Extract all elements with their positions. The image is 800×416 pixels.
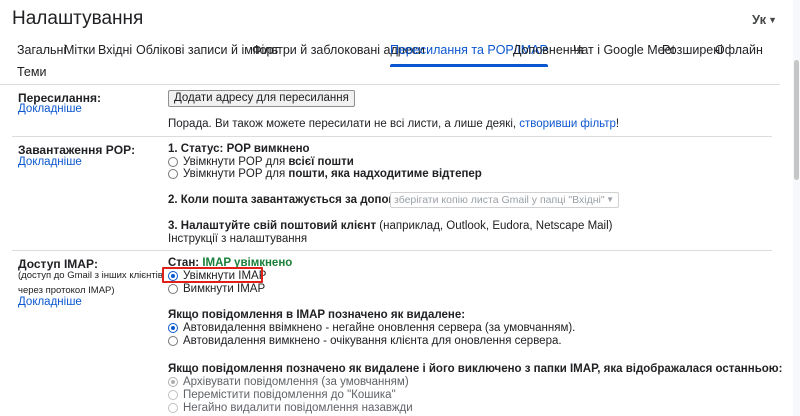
- pop-label: Завантаження POP:: [18, 143, 136, 157]
- forwarding-tip: Порада. Ви також можете пересилати не вс…: [168, 118, 619, 130]
- tab-inbox[interactable]: Вхідні: [98, 39, 132, 61]
- auto-expunge-off-option[interactable]: Автовидалення вимкнено - очікування кліє…: [168, 335, 562, 347]
- tab-chat-meet[interactable]: Чат і Google Meet: [573, 39, 675, 61]
- pop-new-mail-radio[interactable]: [168, 169, 178, 179]
- chevron-down-icon: ▼: [606, 195, 614, 204]
- pop-client-text: 3. Налаштуйте свій поштовий клієнт (напр…: [168, 220, 612, 232]
- pop-all-bold: всієї пошти: [288, 156, 354, 168]
- pop-status-prefix: 1. Статус:: [168, 143, 227, 155]
- auto-expunge-off-radio[interactable]: [168, 336, 178, 346]
- scrollbar[interactable]: [793, 0, 800, 416]
- imap-disable-option[interactable]: Вимкнути IMAP: [168, 283, 265, 295]
- tab-offline[interactable]: Офлайн: [715, 39, 763, 61]
- forwarding-learn-more-link[interactable]: Докладніше: [18, 103, 82, 115]
- input-tools-button[interactable]: Ук ▼: [752, 12, 777, 27]
- create-filter-link[interactable]: створивши фільтр: [519, 118, 616, 130]
- pop-client-bold: 3. Налаштуйте свій поштовий клієнт: [168, 220, 377, 232]
- trash-option[interactable]: Перемістити повідомлення до "Кошика": [168, 389, 396, 401]
- imap-deleted-heading: Якщо повідомлення в IMAP позначено як ви…: [168, 309, 466, 321]
- tab-labels[interactable]: Мітки: [64, 39, 95, 61]
- pop-status-value: POP вимкнено: [226, 143, 310, 155]
- section-divider: [12, 136, 772, 137]
- tabs-divider: [0, 84, 780, 85]
- trash-label: Перемістити повідомлення до "Кошика": [183, 389, 396, 401]
- section-divider: [12, 250, 772, 251]
- pop-action-select[interactable]: зберігати копію листа Gmail у папці "Вхі…: [390, 192, 619, 208]
- tab-general[interactable]: Загальні: [17, 39, 66, 61]
- auto-expunge-on-option[interactable]: Автовидалення ввімкнено - негайне оновле…: [168, 322, 575, 334]
- pop-new-mail-option[interactable]: Увімкнути POP для пошти, яка надходитиме…: [168, 168, 482, 180]
- delete-forever-label: Негайно видалити повідомлення назавжди: [183, 402, 413, 414]
- forwarding-tip-end: !: [615, 118, 620, 130]
- auto-expunge-on-label: Автовидалення ввімкнено - негайне оновле…: [183, 322, 576, 334]
- highlight-box: [162, 267, 263, 283]
- archive-label: Архівувати повідомлення (за умовчанням): [183, 376, 409, 388]
- settings-tabs: Загальні Мітки Вхідні Облікові записи й …: [0, 32, 793, 92]
- pop-all-mail-option[interactable]: Увімкнути POP для всієї пошти: [168, 156, 354, 168]
- auto-expunge-off-label: Автовидалення вимкнено - очікування кліє…: [183, 335, 562, 347]
- archive-option[interactable]: Архівувати повідомлення (за умовчанням): [168, 376, 409, 388]
- add-forwarding-address-button[interactable]: Додати адресу для пересилання: [168, 90, 355, 107]
- imap-disable-radio[interactable]: [168, 284, 178, 294]
- settings-panel: Налаштування Ук ▼ Загальні Мітки Вхідні …: [0, 0, 793, 416]
- pop-all-prefix: Увімкнути POP для: [183, 156, 289, 168]
- pop-learn-more-link[interactable]: Докладніше: [18, 156, 82, 168]
- chevron-down-icon: ▼: [768, 14, 778, 25]
- tab-advanced[interactable]: Розширені: [662, 39, 723, 61]
- imap-learn-more-link[interactable]: Докладніше: [18, 296, 82, 308]
- archive-radio[interactable]: [168, 377, 178, 387]
- tab-themes[interactable]: Теми: [17, 61, 46, 83]
- pop-all-mail-radio[interactable]: [168, 157, 178, 167]
- pop-action-selected: зберігати копію листа Gmail у папці "Вхі…: [394, 194, 605, 206]
- pop-new-bold: пошти, яка надходитиме відтепер: [288, 168, 482, 180]
- trash-radio[interactable]: [168, 390, 178, 400]
- delete-forever-option[interactable]: Негайно видалити повідомлення назавжди: [168, 402, 413, 414]
- forwarding-tip-text: Порада. Ви також можете пересилати не вс…: [168, 118, 520, 130]
- auto-expunge-on-radio[interactable]: [168, 323, 178, 333]
- imap-expunged-heading: Якщо повідомлення позначено як видалене …: [168, 363, 783, 375]
- pop-new-prefix: Увімкнути POP для: [183, 168, 289, 180]
- scrollbar-thumb[interactable]: [794, 60, 799, 180]
- pop-all-mail-label: Увімкнути POP для всієї пошти: [183, 156, 354, 168]
- imap-sublabel: (доступ до Gmail з інших клієнтів через …: [18, 270, 163, 296]
- pop-new-mail-label: Увімкнути POP для пошти, яка надходитиме…: [183, 168, 482, 180]
- delete-forever-radio[interactable]: [168, 403, 178, 413]
- page-title: Налаштування: [12, 8, 144, 29]
- pop-setup-instructions-link[interactable]: Інструкції з налаштування: [168, 233, 307, 245]
- language-label: Ук: [752, 12, 767, 27]
- pop-client-rest: (наприклад, Outlook, Eudora, Netscape Ma…: [376, 220, 613, 232]
- imap-disable-label: Вимкнути IMAP: [183, 283, 266, 295]
- pop-status: 1. Статус: POP вимкнено: [168, 143, 310, 155]
